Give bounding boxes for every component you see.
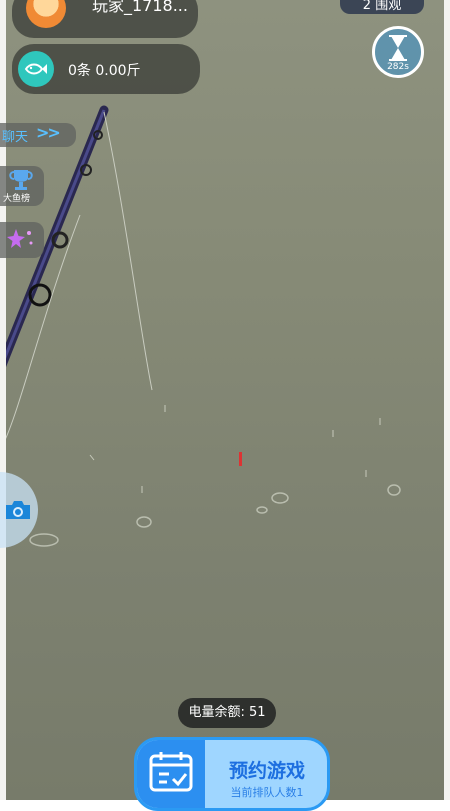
viewer-count-badge[interactable]: 2 围观 xyxy=(340,0,424,14)
camera-icon xyxy=(6,501,30,519)
countdown-seconds: 282s xyxy=(387,62,409,72)
fishing-rod-illustration xyxy=(0,105,401,547)
video-frame-edge-left xyxy=(0,0,6,800)
catch-summary-pill[interactable]: 0条 0.00斤 xyxy=(12,44,200,94)
calendar-check-icon xyxy=(149,752,193,792)
power-balance-badge: 电量余额: 51 xyxy=(178,698,276,728)
sparkle-icon xyxy=(7,229,33,248)
video-frame-edge-right xyxy=(444,0,450,800)
reserve-icon-panel xyxy=(137,740,205,808)
player-avatar[interactable] xyxy=(26,0,66,28)
hourglass-icon xyxy=(389,35,407,61)
fishing-live-view xyxy=(0,0,450,800)
catch-summary-text: 0条 0.00斤 xyxy=(68,63,141,79)
power-balance-label: 电量余额: 51 xyxy=(188,705,266,720)
chevron-right-icon: >> xyxy=(36,123,61,142)
effects-button[interactable] xyxy=(0,222,44,258)
countdown-timer: 282s xyxy=(372,26,424,78)
queue-count-label: 当前排队人数1 xyxy=(230,786,304,799)
big-fish-leaderboard-button[interactable]: 大鱼榜 xyxy=(0,166,44,206)
player-name: 玩家_1718... xyxy=(92,0,188,15)
chat-button[interactable]: 聊天 >> xyxy=(0,123,76,147)
trophy-icon xyxy=(9,170,33,190)
viewer-count-label: 2 围观 xyxy=(362,0,402,13)
player-info-pill[interactable]: 玩家_1718... xyxy=(12,0,198,38)
chat-label: 聊天 xyxy=(2,130,29,145)
fish-icon[interactable] xyxy=(18,51,54,87)
big-fish-leaderboard-label: 大鱼榜 xyxy=(3,194,31,204)
reserve-game-title: 预约游戏 xyxy=(228,760,305,782)
